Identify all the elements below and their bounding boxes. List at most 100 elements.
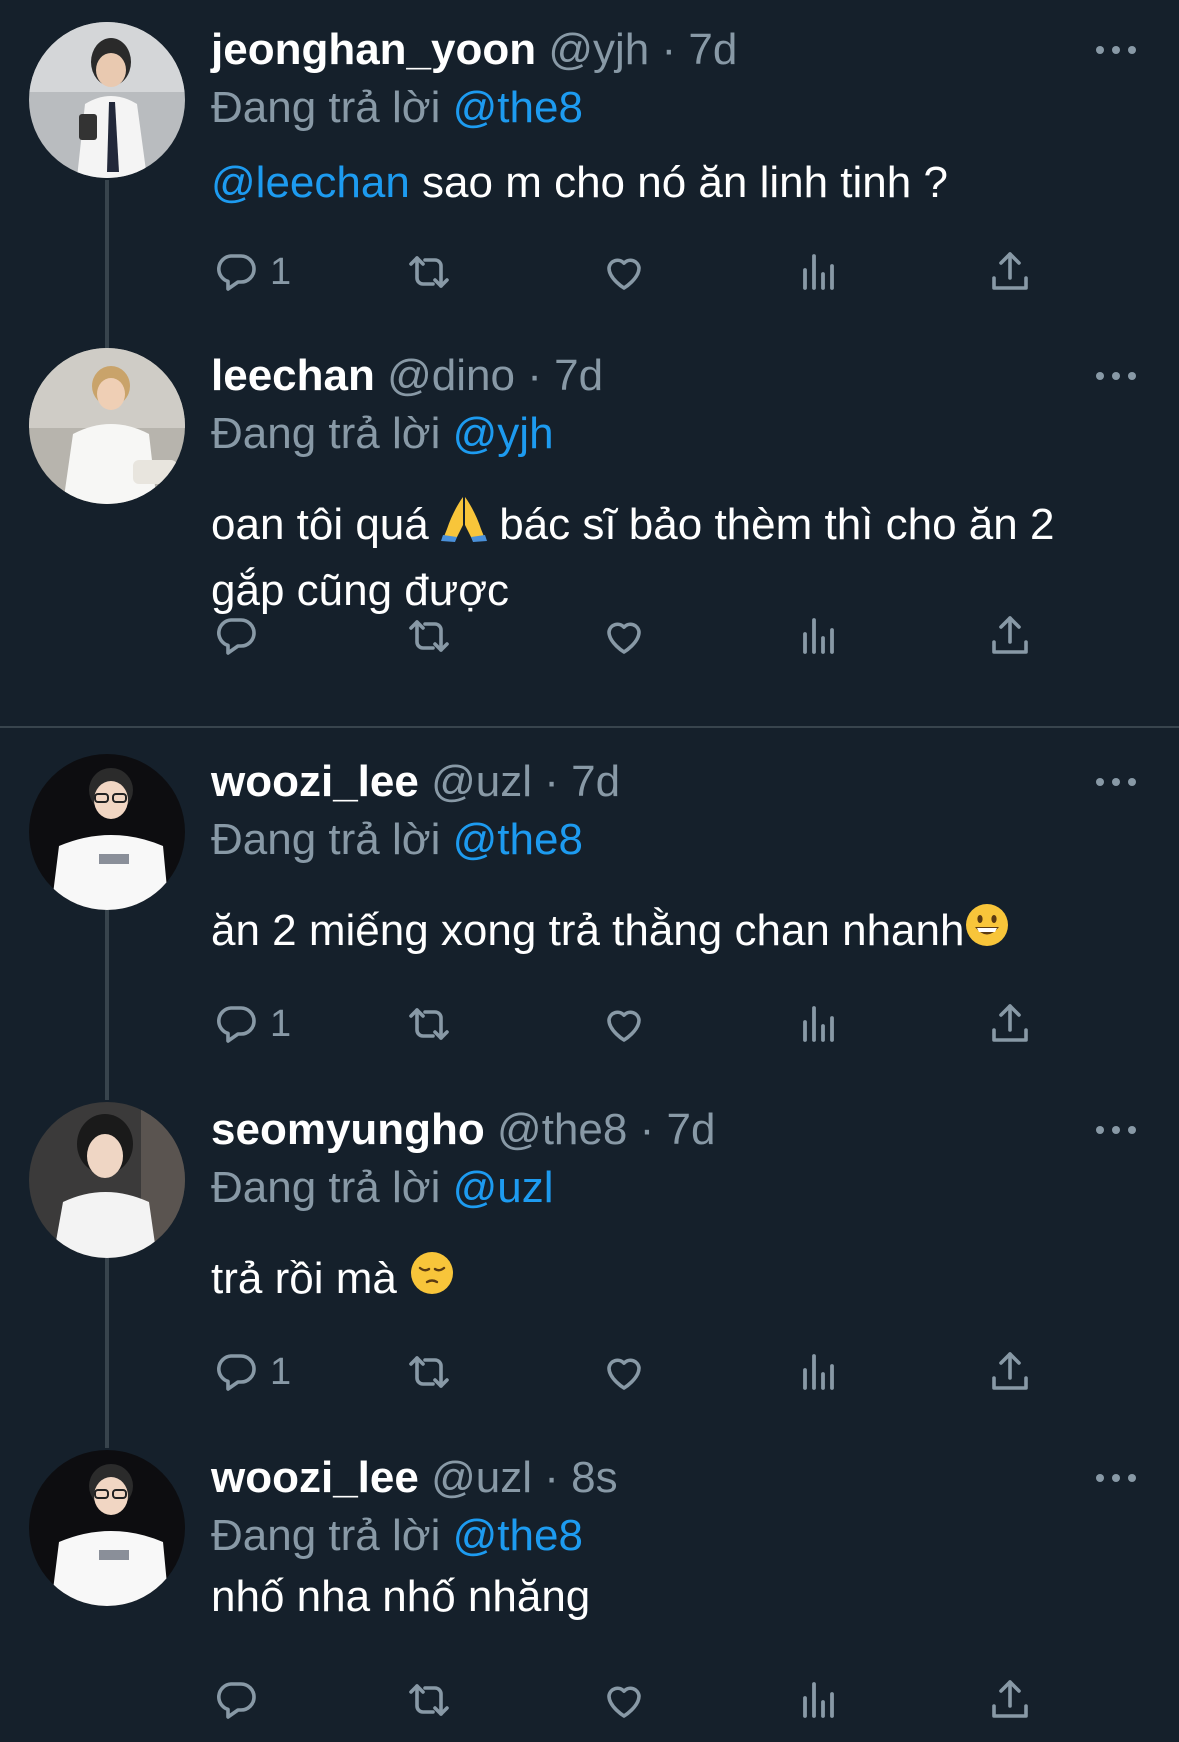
retweet-icon: [405, 1676, 453, 1724]
avatar[interactable]: [29, 348, 185, 504]
reply-icon: [212, 612, 260, 660]
like-icon: [600, 1000, 648, 1048]
tweet-text: oan tôi quá bác sĩ bảo thèm thì cho ăn 2…: [211, 494, 1119, 622]
reply-button[interactable]: 1: [212, 242, 291, 302]
share-button[interactable]: [986, 606, 1034, 666]
tweet[interactable]: woozi_lee @uzl · 8s Đang trả lời @the8 n…: [0, 1428, 1179, 1742]
share-button[interactable]: [986, 1670, 1034, 1730]
reply-button[interactable]: [212, 606, 270, 666]
share-button[interactable]: [986, 242, 1034, 302]
tweet-header: jeonghan_yoon @yjh · 7d: [211, 22, 737, 78]
handle: @the8: [497, 1105, 628, 1154]
timestamp[interactable]: 7d: [571, 757, 620, 806]
avatar[interactable]: [29, 1102, 185, 1258]
share-icon: [986, 1000, 1034, 1048]
separator: ·: [661, 25, 677, 74]
avatar[interactable]: [29, 22, 185, 178]
grinning-face-emoji: [964, 902, 1010, 965]
tweet-text-part: oan tôi quá: [211, 500, 441, 549]
views-button[interactable]: [795, 606, 843, 666]
retweet-icon: [405, 248, 453, 296]
more-icon[interactable]: [1093, 366, 1139, 386]
text-mention[interactable]: @leechan: [211, 158, 410, 207]
like-button[interactable]: [600, 242, 648, 302]
reply-prefix: Đang trả lời: [211, 1511, 441, 1560]
reply-to-mention[interactable]: @the8: [453, 83, 583, 132]
like-icon: [600, 1348, 648, 1396]
views-icon: [795, 248, 843, 296]
tweet-header: seomyungho @the8 · 7d: [211, 1102, 715, 1158]
separator: ·: [639, 1105, 655, 1154]
tweet-text-body: trả rồi mà: [211, 1254, 410, 1303]
share-icon: [986, 1676, 1034, 1724]
like-button[interactable]: [600, 1670, 648, 1730]
replying-to: Đang trả lời @the8: [211, 1508, 583, 1564]
views-icon: [795, 1348, 843, 1396]
tweet-text-body: nhố nha nhố nhăng: [211, 1572, 591, 1621]
views-button[interactable]: [795, 994, 843, 1054]
tweet-text: nhố nha nhố nhăng: [211, 1566, 1119, 1628]
reply-count: 1: [270, 1350, 292, 1393]
timestamp[interactable]: 7d: [688, 25, 737, 74]
separator: ·: [527, 351, 542, 400]
display-name[interactable]: woozi_lee: [211, 757, 419, 806]
like-button[interactable]: [600, 994, 648, 1054]
replying-to: Đang trả lời @yjh: [211, 406, 554, 462]
reply-button[interactable]: 1: [212, 994, 291, 1054]
views-button[interactable]: [795, 242, 843, 302]
replying-to: Đang trả lời @the8: [211, 812, 583, 868]
share-icon: [986, 248, 1034, 296]
reply-button[interactable]: 1: [212, 1342, 291, 1402]
share-button[interactable]: [986, 1342, 1034, 1402]
display-name[interactable]: leechan: [211, 351, 375, 400]
retweet-button[interactable]: [405, 1342, 453, 1402]
views-button[interactable]: [795, 1342, 843, 1402]
reply-to-mention[interactable]: @the8: [453, 815, 583, 864]
timestamp[interactable]: 8s: [571, 1453, 617, 1502]
timestamp[interactable]: 7d: [666, 1105, 715, 1154]
display-name[interactable]: woozi_lee: [211, 1453, 419, 1502]
like-button[interactable]: [600, 606, 648, 666]
more-icon[interactable]: [1093, 40, 1139, 60]
action-bar: [0, 606, 1179, 666]
tweet[interactable]: seomyungho @the8 · 7d Đang trả lời @uzl …: [0, 1080, 1179, 1420]
share-button[interactable]: [986, 994, 1034, 1054]
like-button[interactable]: [600, 1342, 648, 1402]
reply-to-mention[interactable]: @uzl: [453, 1163, 554, 1212]
views-icon: [795, 1000, 843, 1048]
retweet-button[interactable]: [405, 994, 453, 1054]
retweet-button[interactable]: [405, 242, 453, 302]
retweet-icon: [405, 1000, 453, 1048]
avatar[interactable]: [29, 1450, 185, 1606]
more-icon[interactable]: [1093, 1120, 1139, 1140]
action-bar: 1: [0, 242, 1179, 302]
views-button[interactable]: [795, 1670, 843, 1730]
reply-prefix: Đang trả lời: [211, 409, 441, 458]
tweet-text-body: sao m cho nó ăn linh tinh ?: [409, 158, 948, 207]
retweet-button[interactable]: [405, 1670, 453, 1730]
handle: @uzl: [431, 757, 532, 806]
timestamp[interactable]: 7d: [554, 351, 603, 400]
more-icon[interactable]: [1093, 772, 1139, 792]
reply-to-mention[interactable]: @yjh: [453, 409, 554, 458]
action-bar: [0, 1670, 1179, 1730]
more-icon[interactable]: [1093, 1468, 1139, 1488]
tweet[interactable]: woozi_lee @uzl · 7d Đang trả lời @the8 ă…: [0, 732, 1179, 1072]
tweet[interactable]: jeonghan_yoon @yjh · 7d Đang trả lời @th…: [0, 0, 1179, 320]
display-name[interactable]: jeonghan_yoon: [211, 25, 536, 74]
display-name[interactable]: seomyungho: [211, 1105, 485, 1154]
avatar[interactable]: [29, 754, 185, 910]
reply-count: 1: [270, 250, 292, 293]
tweet[interactable]: leechan @dino · 7d Đang trả lời @yjh oan…: [0, 326, 1179, 726]
tweet-text: trả rồi mà: [211, 1248, 1119, 1313]
reply-button[interactable]: [212, 1670, 270, 1730]
reply-prefix: Đang trả lời: [211, 815, 441, 864]
reply-icon: [212, 1000, 260, 1048]
retweet-button[interactable]: [405, 606, 453, 666]
pensive-face-emoji: [409, 1250, 455, 1313]
reply-to-mention[interactable]: @the8: [453, 1511, 583, 1560]
action-bar: 1: [0, 1342, 1179, 1402]
reply-prefix: Đang trả lời: [211, 1163, 441, 1212]
folded-hands-emoji: [440, 495, 487, 560]
views-icon: [795, 1676, 843, 1724]
